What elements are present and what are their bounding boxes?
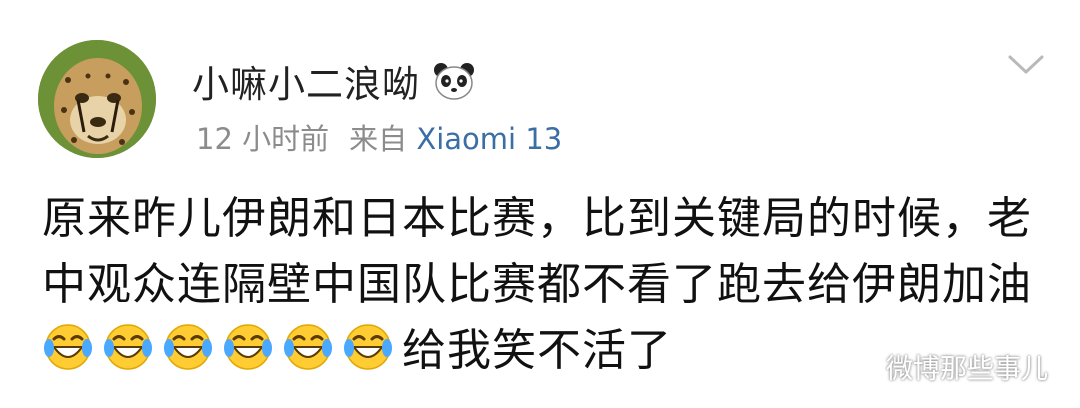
- username-row: 小嘛小二浪呦: [192, 54, 476, 108]
- laughing-tears-emoji-icon: [342, 321, 394, 373]
- panda-icon: [432, 61, 476, 101]
- laughing-tears-emoji-icon: [282, 321, 334, 373]
- post-text-end: 给我笑不活了: [402, 325, 672, 376]
- cheetah-avatar-image: [38, 40, 156, 158]
- username[interactable]: 小嘛小二浪呦: [192, 54, 420, 108]
- emoji-row: [42, 324, 402, 376]
- device-link[interactable]: Xiaomi 13: [416, 122, 562, 156]
- laughing-tears-emoji-icon: [222, 321, 274, 373]
- source-prefix: 来自: [349, 122, 408, 156]
- chevron-down-icon[interactable]: [1006, 52, 1046, 78]
- post-meta: 12 小时前 来自 Xiaomi 13: [196, 116, 562, 158]
- avatar[interactable]: [38, 40, 156, 158]
- laughing-tears-emoji-icon: [42, 321, 94, 373]
- post-text-main: 原来昨儿伊朗和日本比赛，比到关键局的时候，老中观众连隔壁中国队比赛都不看了跑去给…: [42, 193, 1032, 310]
- post-time: 12 小时前: [196, 122, 330, 156]
- watermark: 微博那些事儿: [842, 347, 1048, 386]
- laughing-tears-emoji-icon: [162, 321, 214, 373]
- wechat-icon: [842, 352, 878, 382]
- watermark-text: 微博那些事儿: [886, 354, 1048, 385]
- laughing-tears-emoji-icon: [102, 321, 154, 373]
